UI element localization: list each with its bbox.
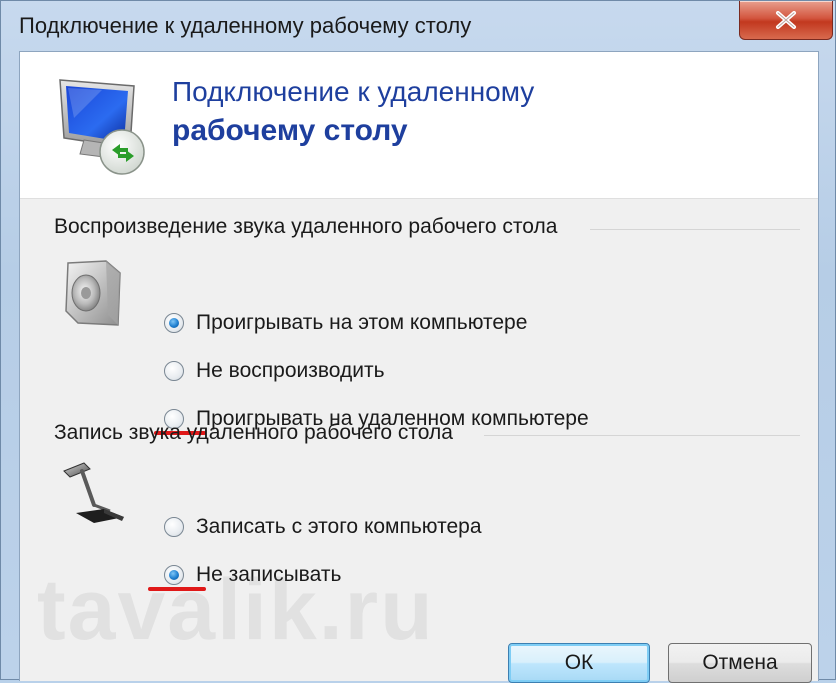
recording-option-none-label: Не записывать [196, 563, 342, 586]
playback-section-label: Воспроизведение звука удаленного рабочег… [54, 215, 558, 238]
recording-option-local-label: Записать с этого компьютера [196, 515, 482, 538]
microphone-icon [63, 462, 124, 523]
playback-option-local-label: Проигрывать на этом компьютере [196, 311, 528, 334]
remote-desktop-monitor-icon [59, 79, 145, 175]
radio-button[interactable] [164, 361, 184, 381]
dialog-header: Подключение к удаленному рабочему столу [20, 52, 818, 198]
recording-section-divider [484, 435, 800, 436]
radio-dot [169, 570, 179, 580]
radio-button-checked[interactable] [164, 565, 184, 585]
header-title-line2: рабочему столу [172, 114, 408, 147]
recording-option-none[interactable]: Не записывать [164, 563, 341, 587]
playback-option-local[interactable]: Проигрывать на этом компьютере [164, 311, 527, 335]
recording-section-label: Запись звука удаленного рабочего стола [54, 421, 453, 444]
close-button[interactable] [739, 1, 833, 40]
radio-button-checked[interactable] [164, 313, 184, 333]
red-annotation-underline [148, 587, 206, 591]
header-title-line1: Подключение к удаленному [172, 76, 535, 107]
playback-option-none-label: Не воспроизводить [196, 359, 385, 382]
speaker-icon [65, 260, 121, 326]
ok-button[interactable]: ОК [508, 643, 650, 683]
dialog-client-area: Подключение к удаленному рабочему столу … [19, 51, 819, 683]
close-icon [776, 11, 796, 29]
playback-option-none[interactable]: Не воспроизводить [164, 359, 385, 383]
title-bar[interactable]: Подключение к удаленному рабочему столу [1, 1, 836, 51]
radio-button[interactable] [164, 517, 184, 537]
window-title: Подключение к удаленному рабочему столу [19, 13, 472, 38]
dialog-window: Подключение к удаленному рабочему столу [0, 0, 836, 683]
playback-section-divider [590, 229, 800, 230]
radio-dot [169, 318, 179, 328]
recording-option-local[interactable]: Записать с этого компьютера [164, 515, 482, 539]
dialog-body: Воспроизведение звука удаленного рабочег… [20, 198, 818, 683]
cancel-button[interactable]: Отмена [668, 643, 812, 683]
